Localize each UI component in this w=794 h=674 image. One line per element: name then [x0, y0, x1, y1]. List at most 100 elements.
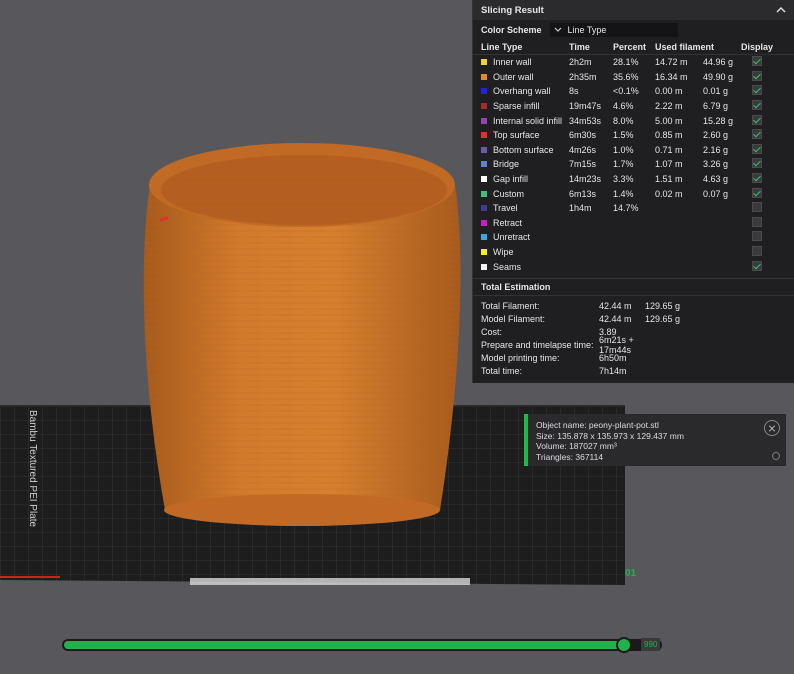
weight-cell: 6.79 g [703, 101, 729, 112]
total-label: Model printing time: [481, 353, 560, 364]
color-swatch [481, 117, 487, 124]
color-swatch [481, 219, 487, 226]
display-checkbox[interactable] [752, 129, 762, 140]
display-cell [737, 246, 777, 258]
line-type-row: Wipe [473, 245, 794, 260]
total-value-1: 7h14m [599, 366, 627, 377]
object-size: Size: 135.878 x 135.973 x 129.437 mm [536, 430, 684, 441]
time-cell: 19m47s [569, 101, 602, 112]
chevron-down-icon [554, 27, 561, 32]
display-cell [737, 143, 777, 156]
time-cell: 6m13s [569, 188, 597, 199]
layer-slider[interactable]: 990 [62, 636, 666, 654]
display-checkbox[interactable] [752, 114, 762, 125]
line-type-row: Bridge 7m15s 1.7% 1.07 m 3.26 g [473, 157, 794, 172]
weight-cell: 0.07 g [703, 188, 729, 199]
slider-thumb[interactable] [616, 637, 632, 653]
line-type-row: Top surface 6m30s 1.5% 0.85 m 2.60 g [473, 128, 794, 143]
weight-cell: 44.96 g [703, 57, 734, 68]
display-checkbox[interactable] [752, 173, 762, 184]
color-scheme-dropdown[interactable]: Line Type [549, 23, 678, 37]
color-swatch [481, 190, 487, 197]
pot-model[interactable] [143, 143, 461, 526]
line-type-cell: Travel [481, 203, 569, 213]
line-type-row: Overhang wall 8s <0.1% 0.00 m 0.01 g [473, 84, 794, 99]
line-type-row: Travel 1h4m 14.7% [473, 201, 794, 216]
line-type-name: Unretract [493, 232, 531, 243]
plate-number[interactable]: 01 [625, 568, 636, 579]
display-checkbox[interactable] [752, 231, 762, 242]
total-value-2: 129.65 g [645, 300, 681, 311]
total-label: Total Filament: [481, 300, 540, 311]
total-row: Prepare and timelapse time: 6m21s + 17m44… [473, 335, 794, 355]
line-type-cell: Internal solid infill [481, 116, 569, 126]
total-row: Total time: 7h14m [473, 365, 794, 378]
total-row: Model Filament: 42.44 m 129.65 g [473, 312, 794, 325]
total-value-1: 42.44 m [599, 300, 632, 311]
col-line-type: Line Type [481, 42, 523, 52]
percent-cell: 1.5% [613, 130, 634, 141]
time-cell: 6m30s [569, 130, 597, 141]
line-type-name: Internal solid infill [493, 115, 563, 126]
time-cell: 4m26s [569, 144, 597, 155]
display-checkbox[interactable] [752, 158, 762, 169]
time-cell: 34m53s [569, 115, 602, 126]
total-estimation: Total Filament: 42.44 m 129.65 g Model Fila… [473, 296, 794, 378]
display-checkbox[interactable] [752, 187, 762, 198]
display-checkbox[interactable] [752, 216, 762, 227]
line-type-name: Bottom surface [493, 144, 554, 155]
display-checkbox[interactable] [752, 85, 762, 96]
color-swatch [481, 73, 487, 80]
display-checkbox[interactable] [752, 70, 762, 81]
line-type-cell: Retract [481, 218, 569, 228]
line-type-cell: Top surface [481, 130, 569, 140]
line-type-name: Custom [493, 188, 525, 199]
col-time: Time [569, 42, 590, 52]
color-scheme-label: Color Scheme [481, 25, 542, 35]
display-cell [737, 158, 777, 170]
minimize-icon[interactable] [772, 452, 780, 460]
slider-fill [64, 641, 624, 649]
display-cell [737, 114, 777, 127]
percent-cell: 1.4% [613, 188, 634, 199]
percent-cell: 3.3% [613, 174, 634, 185]
line-type-cell: Overhang wall [481, 86, 569, 96]
close-icon[interactable] [764, 420, 780, 436]
time-cell: 2h2m [569, 57, 592, 68]
display-checkbox[interactable] [752, 260, 762, 271]
line-type-cell: Gap infill [481, 174, 569, 184]
line-type-name: Top surface [493, 130, 540, 141]
line-type-name: Outer wall [493, 71, 534, 82]
display-checkbox[interactable] [752, 246, 762, 257]
display-checkbox[interactable] [752, 100, 762, 111]
color-swatch [481, 103, 487, 110]
line-type-row: Inner wall 2h2m 28.1% 14.72 m 44.96 g [473, 55, 794, 70]
object-name: Object name: peony-plant-pot.stl [536, 420, 659, 430]
line-type-name: Bridge [493, 159, 520, 170]
color-swatch [481, 88, 487, 95]
line-type-cell: Bridge [481, 159, 569, 169]
display-checkbox[interactable] [752, 202, 762, 213]
line-type-cell: Wipe [481, 247, 569, 257]
line-type-row: Internal solid infill 34m53s 8.0% 5.00 m 15.… [473, 113, 794, 128]
percent-cell: 8.0% [613, 115, 634, 126]
length-cell: 0.85 m [655, 130, 683, 141]
weight-cell: 49.90 g [703, 71, 734, 82]
color-scheme-value: Line Type [567, 25, 607, 35]
panel-header: Slicing Result [473, 0, 794, 20]
color-swatch [481, 132, 487, 139]
weight-cell: 3.26 g [703, 159, 729, 170]
line-type-cell: Unretract [481, 232, 569, 242]
line-type-row: Unretract [473, 230, 794, 245]
color-swatch [481, 161, 487, 168]
object-triangles: Triangles: 367114 [536, 451, 604, 462]
length-cell: 1.51 m [655, 174, 683, 185]
total-row: Model printing time: 6h50m [473, 352, 794, 365]
display-checkbox[interactable] [752, 56, 762, 67]
color-swatch [481, 249, 487, 256]
display-checkbox[interactable] [752, 143, 762, 154]
line-type-name: Gap infill [493, 174, 529, 185]
object-volume: Volume: 187027 mm³ [536, 441, 617, 451]
total-value-1: 6m21s + 17m44s [599, 335, 634, 356]
chevron-up-icon[interactable] [775, 4, 787, 16]
